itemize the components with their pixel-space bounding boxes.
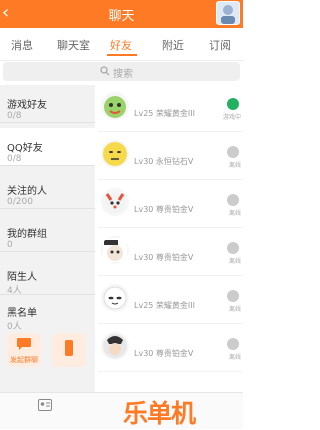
avatar-icon: [105, 193, 125, 213]
add-friend-button[interactable]: [52, 333, 86, 367]
avatar-icon: [103, 142, 127, 166]
online-status-icon: [227, 98, 239, 110]
offline-status-icon: [227, 338, 239, 350]
friend-status: 离线: [228, 258, 241, 265]
offline-status-icon: [227, 146, 239, 158]
avatar-icon: [103, 334, 127, 358]
friend-status: 离线: [228, 210, 241, 217]
bottom-nav: [0, 392, 243, 429]
group-game-friends[interactable]: 游戏好友 0/8: [0, 85, 95, 123]
active-tab-indicator: [107, 54, 137, 56]
divider: [0, 208, 95, 209]
tab-chatroom[interactable]: 聊天室: [57, 37, 90, 53]
group-count: 0/200: [7, 197, 33, 207]
friend-row[interactable]: Lv25 荣耀黄金III 离线: [98, 276, 243, 324]
friend-level: Lv25 荣耀黄金III: [134, 301, 195, 310]
divider: [0, 251, 95, 252]
friend-status: 离线: [228, 162, 241, 169]
avatar-icon: [221, 5, 235, 24]
search-icon: [100, 66, 110, 76]
avatar-icon: [104, 96, 126, 118]
friend-row[interactable]: Lv30 尊贵铂金V 离线: [98, 228, 243, 276]
offline-status-icon: [227, 290, 239, 302]
group-count: 0/8: [7, 154, 22, 164]
tab-bar: 消息 聊天室 好友 附近 订阅: [0, 28, 243, 61]
divider: [0, 165, 95, 166]
friend-avatar: [101, 332, 129, 360]
group-name: QQ好友: [7, 143, 43, 154]
friend-avatar: [101, 236, 129, 264]
group-name: 陌生人: [7, 272, 37, 283]
friend-row[interactable]: Lv30 尊贵铂金V 离线: [98, 180, 243, 228]
friend-avatar: [101, 284, 129, 312]
user-avatar[interactable]: [216, 1, 240, 25]
top-bar: ‹ 聊天: [0, 0, 243, 28]
friend-level: Lv25 荣耀黄金III: [134, 109, 195, 118]
search-placeholder: 搜索: [113, 69, 133, 80]
friend-row[interactable]: Lv30 永恒钻石V 离线: [98, 132, 243, 180]
group-name: 游戏好友: [7, 100, 47, 111]
group-strangers[interactable]: 陌生人 4人: [0, 257, 95, 296]
start-group-chat-button[interactable]: 发起群聊: [7, 333, 41, 367]
friend-level: Lv30 尊贵铂金V: [134, 349, 194, 358]
friend-status: 游戏中: [222, 114, 241, 121]
group-count: 0人: [7, 322, 22, 332]
page-title: 聊天: [108, 9, 135, 24]
group-my-groups[interactable]: 我的群组 0: [0, 214, 95, 252]
group-count: 0: [7, 240, 13, 250]
contact-card-icon[interactable]: [38, 399, 52, 411]
group-name: 黑名单: [7, 308, 37, 319]
friend-row[interactable]: Lv25 荣耀黄金III 游戏中: [98, 84, 243, 132]
action-label: 发起群聊: [10, 356, 38, 364]
offline-status-icon: [227, 194, 239, 206]
add-person-icon: [65, 340, 73, 356]
friend-level: Lv30 尊贵铂金V: [134, 253, 194, 262]
chat-bubble-icon: [17, 338, 31, 350]
friend-avatar: [101, 92, 129, 120]
group-blacklist[interactable]: 黑名单 0人: [0, 293, 95, 332]
group-name: 关注的人: [7, 186, 47, 197]
friend-group-sidebar: 游戏好友 0/8 QQ好友 0/8 关注的人 0/200 我的群组 0 陌生人 …: [0, 85, 95, 428]
divider: [0, 122, 95, 123]
tab-friends[interactable]: 好友: [110, 37, 132, 53]
avatar-icon: [103, 238, 127, 262]
group-name: 我的群组: [7, 229, 47, 240]
group-following[interactable]: 关注的人 0/200: [0, 171, 95, 209]
group-qq-friends[interactable]: QQ好友 0/8: [0, 128, 95, 166]
friend-level: Lv30 永恒钻石V: [134, 157, 194, 166]
tab-subscriptions[interactable]: 订阅: [209, 37, 231, 53]
friend-avatar: [101, 140, 129, 168]
watermark-logo: 乐单机: [123, 399, 196, 428]
friend-level: Lv30 尊贵铂金V: [134, 205, 194, 214]
group-count: 0/8: [7, 111, 22, 121]
friend-status: 离线: [228, 306, 241, 313]
offline-status-icon: [227, 242, 239, 254]
friend-avatar: [101, 188, 129, 216]
avatar-icon: [103, 286, 127, 310]
tab-messages[interactable]: 消息: [11, 37, 33, 53]
search-input[interactable]: 搜索: [3, 62, 240, 81]
tab-nearby[interactable]: 附近: [162, 37, 184, 53]
